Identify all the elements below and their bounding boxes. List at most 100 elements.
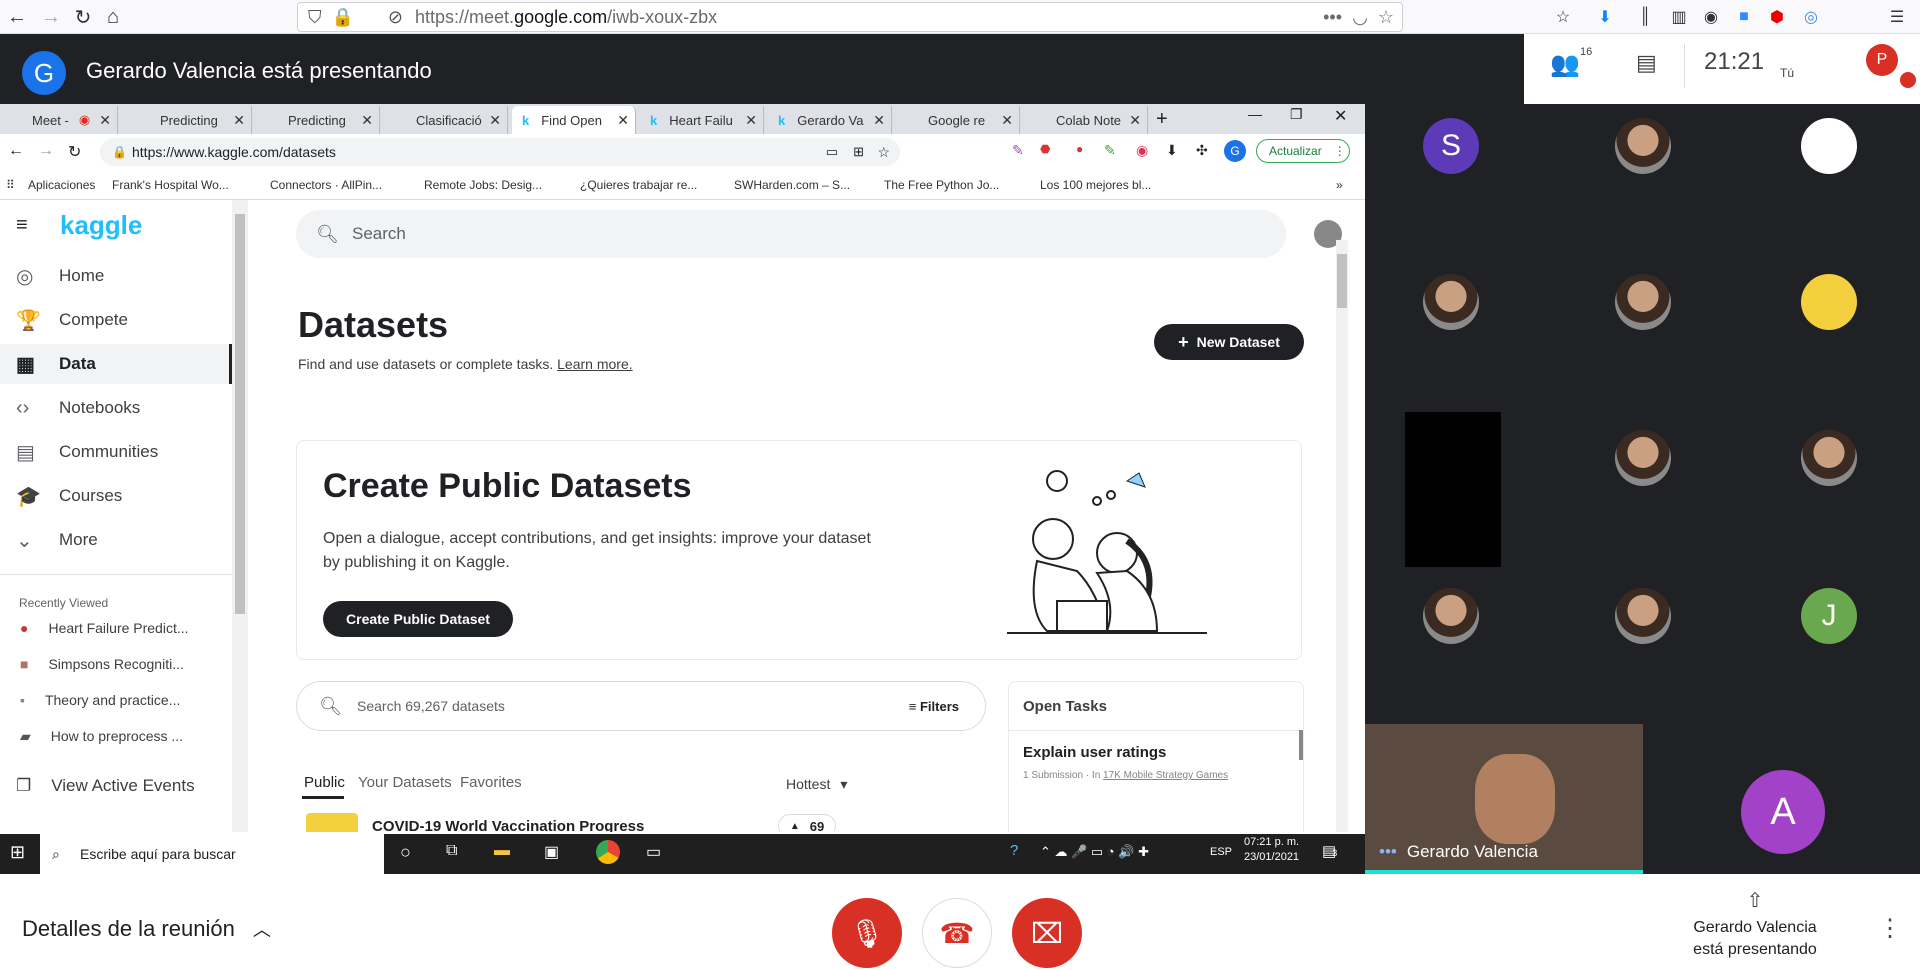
- camera-permission-icon[interactable]: ⊘: [388, 7, 403, 28]
- participant-photo[interactable]: [1423, 274, 1479, 330]
- recent-item[interactable]: ■ Simpsons Recogniti...: [20, 656, 184, 672]
- file-explorer-icon[interactable]: ▬: [494, 842, 510, 860]
- terminal-icon[interactable]: ▣: [544, 842, 559, 862]
- participant-photo[interactable]: [1423, 588, 1479, 644]
- participant-photo[interactable]: [1801, 274, 1857, 330]
- upvote-button[interactable]: ▲ 69: [778, 814, 836, 832]
- cortana-icon[interactable]: ○: [400, 842, 411, 863]
- forward-icon[interactable]: →: [38, 4, 64, 30]
- learn-more-link[interactable]: Learn more.: [557, 356, 632, 372]
- chrome-address-bar[interactable]: 🔒 https://www.kaggle.com/datasets ▭ ⊞ ☆: [100, 138, 900, 166]
- sidebar-item-home[interactable]: ◎ Home: [16, 256, 228, 296]
- new-tab-icon[interactable]: +: [1156, 108, 1168, 131]
- tab-active[interactable]: k Find Open ✕: [512, 106, 636, 134]
- forward-icon[interactable]: →: [38, 142, 54, 160]
- chat-icon[interactable]: ▤: [1636, 50, 1657, 76]
- account-icon[interactable]: ◉: [1700, 6, 1722, 28]
- sidebar-item-more[interactable]: ⌄ More: [16, 520, 228, 560]
- participant-avatar[interactable]: S: [1423, 118, 1479, 174]
- input-language[interactable]: ESP: [1210, 846, 1232, 858]
- sidebar-item-courses[interactable]: 🎓 Courses: [16, 476, 228, 516]
- bookmark-item[interactable]: Frank's Hospital Wo...: [112, 178, 229, 192]
- close-icon[interactable]: ✕: [361, 112, 373, 129]
- task-view-icon[interactable]: ⧉: [446, 842, 457, 860]
- record-extension-icon[interactable]: ●: [1076, 142, 1083, 156]
- tab-your-datasets[interactable]: Your Datasets: [358, 774, 452, 791]
- bookmark-item[interactable]: ¿Quieres trabajar re...: [580, 178, 697, 192]
- participant-video[interactable]: [1405, 412, 1501, 567]
- windows-start-icon[interactable]: ⊞: [10, 842, 25, 863]
- sidebar-scrollbar[interactable]: [232, 200, 248, 832]
- camera-toggle-button[interactable]: ⌧: [1012, 898, 1082, 968]
- sidebar-item-notebooks[interactable]: ‹› Notebooks: [16, 388, 228, 428]
- main-scrollbar[interactable]: [1336, 240, 1348, 832]
- translate-icon[interactable]: ⊞: [853, 144, 864, 160]
- hamburger-icon[interactable]: ≡: [16, 214, 28, 237]
- more-icon[interactable]: •••: [1323, 7, 1342, 28]
- close-icon[interactable]: ✕: [233, 112, 245, 129]
- filters-button[interactable]: ≡ Filters: [909, 699, 959, 714]
- people-icon[interactable]: 👥: [1550, 50, 1580, 79]
- reload-icon[interactable]: ↻: [68, 142, 81, 162]
- tab[interactable]: Colab Note ✕: [1024, 106, 1148, 134]
- tab[interactable]: k Gerardo Va ✕: [768, 106, 892, 134]
- cast-icon[interactable]: ▭: [826, 144, 838, 160]
- more-options-icon[interactable]: ⋮: [1878, 914, 1902, 943]
- close-icon[interactable]: ✕: [1001, 112, 1013, 129]
- presentation-status-button[interactable]: ⇧ Gerardo Valencia está presentando: [1680, 888, 1830, 959]
- participant-photo[interactable]: [1615, 588, 1671, 644]
- recent-item[interactable]: ▪ Theory and practice...: [20, 692, 180, 708]
- create-public-dataset-button[interactable]: Create Public Dataset: [323, 601, 513, 637]
- presenter-video-tile[interactable]: ••• Gerardo Valencia: [1365, 724, 1643, 874]
- dataset-title[interactable]: COVID-19 World Vaccination Progress: [372, 818, 644, 832]
- task-dataset-link[interactable]: 17K Mobile Strategy Games: [1103, 770, 1228, 781]
- close-icon[interactable]: ✕: [617, 112, 629, 129]
- sidebar-item-data[interactable]: ▦ Data: [0, 344, 232, 384]
- download-icon[interactable]: ⬇: [1166, 142, 1178, 159]
- star-icon[interactable]: ☆: [1378, 7, 1394, 28]
- tab[interactable]: k Heart Failu ✕: [640, 106, 764, 134]
- dataset-search-input[interactable]: 🔍︎ Search 69,267 datasets ≡ Filters: [296, 681, 986, 731]
- leave-call-button[interactable]: ☎︎: [922, 898, 992, 968]
- notifications-icon[interactable]: ▤3: [1322, 842, 1337, 860]
- tab[interactable]: Meet - ◉ ✕: [0, 106, 118, 134]
- extension-icon[interactable]: ✎: [1104, 142, 1116, 159]
- tab[interactable]: Google re ✕: [896, 106, 1020, 134]
- chrome-taskbar-icon[interactable]: [596, 840, 620, 864]
- bookmark-item[interactable]: The Free Python Jo...: [884, 178, 999, 192]
- back-icon[interactable]: ←: [8, 142, 24, 160]
- bookmark-item[interactable]: Aplicaciones: [28, 178, 95, 192]
- menu-icon[interactable]: ☰: [1886, 6, 1908, 28]
- participant-photo[interactable]: [1615, 430, 1671, 486]
- bookmark-item[interactable]: Connectors · AllPin...: [270, 178, 382, 192]
- recent-item[interactable]: ▰ How to preprocess ...: [20, 728, 183, 745]
- close-icon[interactable]: ✕: [99, 112, 111, 129]
- pocket-icon[interactable]: ◡: [1352, 7, 1368, 28]
- meeting-details-button[interactable]: Detalles de la reunión ︿: [22, 916, 271, 942]
- tab-public[interactable]: Public: [304, 774, 345, 791]
- extensions-puzzle-icon[interactable]: ✣: [1196, 142, 1208, 159]
- sidebar-item-compete[interactable]: 🏆 Compete: [16, 300, 228, 340]
- bookmark-item[interactable]: Los 100 mejores bl...: [1040, 178, 1151, 192]
- extension-icon[interactable]: ✎: [1012, 142, 1024, 159]
- tasks-scrollbar[interactable]: [1299, 730, 1303, 760]
- window-taskbar-icon[interactable]: ▭: [646, 842, 661, 862]
- taskbar-search[interactable]: ⌕ Escribe aquí para buscar: [40, 834, 384, 874]
- view-active-events-link[interactable]: ❐ View Active Events: [16, 776, 195, 796]
- restore-icon[interactable]: ❐: [1290, 106, 1303, 123]
- back-icon[interactable]: ←: [4, 4, 30, 30]
- mic-toggle-button[interactable]: 🎙︎: [832, 898, 902, 968]
- close-icon[interactable]: ✕: [489, 112, 501, 129]
- tab-favorites[interactable]: Favorites: [460, 774, 522, 791]
- window-close-icon[interactable]: ✕: [1334, 106, 1347, 126]
- close-icon[interactable]: ✕: [745, 112, 757, 129]
- new-dataset-button[interactable]: + New Dataset: [1154, 324, 1304, 360]
- star-icon[interactable]: ☆: [877, 144, 890, 161]
- bookmark-star-icon[interactable]: ☆: [1552, 6, 1574, 28]
- close-icon[interactable]: ✕: [873, 112, 885, 129]
- participant-photo[interactable]: [1615, 274, 1671, 330]
- minimize-icon[interactable]: —: [1248, 106, 1262, 122]
- sidebar-item-communities[interactable]: ▤ Communities: [16, 432, 228, 472]
- update-button[interactable]: Actualizar ⋮: [1256, 139, 1350, 163]
- tab[interactable]: Clasificació ✕: [384, 106, 508, 134]
